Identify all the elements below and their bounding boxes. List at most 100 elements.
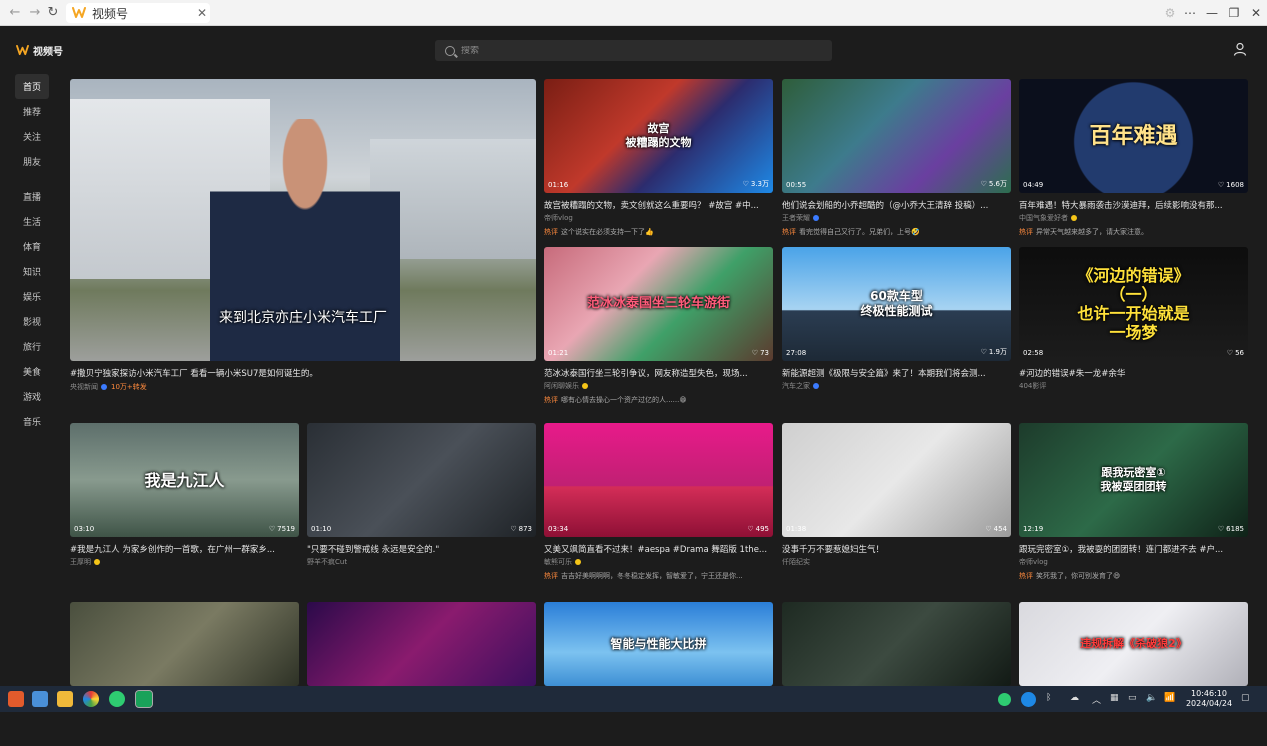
channels-app-icon[interactable] xyxy=(135,690,153,708)
sidebar-item-knowledge[interactable]: 知识 xyxy=(15,259,55,284)
video-card[interactable]: 智能与性能大比拼 xyxy=(544,602,773,746)
video-title[interactable]: 百年难遇！特大暴雨袭击沙漠迪拜，后续影响没有那... xyxy=(1019,199,1248,211)
minimize-icon[interactable]: — xyxy=(1200,3,1224,23)
video-thumbnail[interactable]: 03:34 495 xyxy=(544,423,773,537)
sidebar-item-travel[interactable]: 旅行 xyxy=(15,334,55,359)
video-card[interactable] xyxy=(70,602,299,746)
wechat-icon[interactable] xyxy=(109,691,125,707)
featured-video-card[interactable]: 来到北京亦庄小米汽车工厂 #撒贝宁独家探访小米汽车工厂 看看一辆小米SU7是如何… xyxy=(70,79,536,399)
video-author[interactable]: 野羊不疯Cut xyxy=(307,557,347,567)
tab-close-icon[interactable]: ✕ xyxy=(194,6,210,20)
notification-icon[interactable]: ▢ xyxy=(1241,693,1250,703)
sidebar-item-food[interactable]: 美食 xyxy=(15,359,55,384)
app-logo[interactable]: 视频号 xyxy=(16,43,63,58)
sidebar-item-life[interactable]: 生活 xyxy=(15,209,55,234)
hot-comment[interactable]: 热评 吉吉好美啊啊啊，冬冬稳定发挥，智敏爱了，宁王还是你... xyxy=(544,571,773,581)
featured-thumbnail[interactable]: 来到北京亦庄小米汽车工厂 xyxy=(70,79,536,361)
keyboard-icon[interactable]: ▦ xyxy=(1110,693,1119,703)
video-author[interactable]: 帝师vlog xyxy=(544,213,573,223)
video-author[interactable]: 王厚明 xyxy=(70,557,100,567)
video-title[interactable]: "只要不碰到警戒线 永远是安全的." xyxy=(307,543,536,555)
video-author[interactable]: 王者荣耀 xyxy=(782,213,819,223)
video-thumbnail[interactable]: 60款车型 终极性能测试 27:08 1.9万 xyxy=(782,247,1011,361)
folder-icon[interactable] xyxy=(57,691,73,707)
video-thumbnail[interactable]: 违规拆解《杀破狼2》 xyxy=(1019,602,1248,686)
search-input[interactable] xyxy=(461,45,821,56)
featured-author[interactable]: 央视新闻 10万+转发 xyxy=(70,382,147,392)
browser-icon[interactable] xyxy=(83,691,99,707)
video-title[interactable]: #河边的错误#朱一龙#余华 xyxy=(1019,367,1248,379)
hot-comment[interactable]: 热评 哪有心情去操心一个资产过亿的人......😁 xyxy=(544,395,773,405)
window-close-icon[interactable]: ✕ xyxy=(1244,3,1267,23)
hot-comment[interactable]: 热评 这个说实在必须支持一下了👍 xyxy=(544,227,773,237)
video-card[interactable]: 01:10 873 "只要不碰到警戒线 永远是安全的." 野羊不疯Cut xyxy=(307,423,536,597)
video-title[interactable]: 又美又飒简直看不过来！#aespa #Drama 舞蹈版 1the... xyxy=(544,543,773,555)
sidebar-item-games[interactable]: 游戏 xyxy=(15,384,55,409)
menu-icon[interactable]: ⋯ xyxy=(1178,3,1202,23)
cloud-icon[interactable]: ☁ xyxy=(1070,693,1079,703)
video-thumbnail[interactable]: 故宫 被糟蹋的文物 01:16 3.3万 xyxy=(544,79,773,193)
video-card[interactable]: 跟我玩密室① 我被耍团团转 12:19 6185 跟玩完密室①，我被耍的团团转！连门都… xyxy=(1019,423,1248,597)
video-card[interactable]: 01:38 454 没事千万不要惹媳妇生气！ 仟陌纪实 xyxy=(782,423,1011,597)
video-thumbnail[interactable]: 01:38 454 xyxy=(782,423,1011,537)
video-card[interactable]: 03:34 495 又美又飒简直看不过来！#aespa #Drama 舞蹈版 1th… xyxy=(544,423,773,597)
sidebar-item-music[interactable]: 音乐 xyxy=(15,409,55,434)
video-author[interactable]: 阿闲聊娱乐 xyxy=(544,381,588,391)
video-author[interactable]: 中国气象爱好者 xyxy=(1019,213,1077,223)
sidebar-item-entertainment[interactable]: 娱乐 xyxy=(15,284,55,309)
battery-icon[interactable]: ▭ xyxy=(1128,693,1137,703)
video-thumbnail[interactable]: 00:55 5.6万 xyxy=(782,79,1011,193)
reload-icon[interactable]: ↻ xyxy=(44,4,62,22)
video-title[interactable]: 跟玩完密室①，我被耍的团团转！连门都进不去 #户... xyxy=(1019,543,1248,555)
video-author[interactable]: 404影评 xyxy=(1019,381,1046,391)
video-card[interactable]: 60款车型 终极性能测试 27:08 1.9万新能源超测《极限与安全篇》来了！本期我… xyxy=(782,247,1011,421)
video-card[interactable]: 百年难遇 04:49 1608 百年难遇！特大暴雨袭击沙漠迪拜，后续影响没有那... 中… xyxy=(1019,79,1248,253)
video-card[interactable] xyxy=(307,602,536,746)
video-thumbnail[interactable]: 百年难遇 04:49 1608 xyxy=(1019,79,1248,193)
hot-comment[interactable]: 热评 笑死我了，你可别发育了😄 xyxy=(1019,571,1248,581)
sidebar-item-following[interactable]: 关注 xyxy=(15,124,55,149)
video-thumbnail[interactable]: 《河边的错误》 （一） 也许一开始就是 一场梦 02:58 56 xyxy=(1019,247,1248,361)
app-icon[interactable] xyxy=(8,691,24,707)
system-clock[interactable]: 10:46:10 2024/04/24 xyxy=(1185,689,1233,709)
video-thumbnail[interactable]: 我是九江人 03:10 7519 xyxy=(70,423,299,537)
video-thumbnail[interactable]: 01:10 873 xyxy=(307,423,536,537)
search-bar[interactable] xyxy=(435,40,832,61)
featured-title[interactable]: #撒贝宁独家探访小米汽车工厂 看看一辆小米SU7是如何诞生的。 xyxy=(70,367,536,379)
hot-comment[interactable]: 热评 异常天气越来越多了，请大家注意。 xyxy=(1019,227,1248,237)
video-thumbnail[interactable] xyxy=(70,602,299,686)
hot-comment[interactable]: 热评 看完觉得自己又行了。兄弟们，上号🤣 xyxy=(782,227,1011,237)
user-icon[interactable] xyxy=(1233,42,1247,56)
video-card[interactable] xyxy=(782,602,1011,746)
video-author[interactable]: 敏熊可乐 xyxy=(544,557,581,567)
maximize-icon[interactable]: ❐ xyxy=(1222,3,1246,23)
video-author[interactable]: 帝师vlog xyxy=(1019,557,1048,567)
video-thumbnail[interactable]: 智能与性能大比拼 xyxy=(544,602,773,686)
video-title[interactable]: #我是九江人 为家乡创作的一首歌，在广州一群家乡... xyxy=(70,543,299,555)
sidebar-item-friends[interactable]: 朋友 xyxy=(15,149,55,174)
video-card[interactable]: 违规拆解《杀破狼2》 xyxy=(1019,602,1248,746)
video-title[interactable]: 范冰冰泰国行坐三轮引争议，网友称造型失色，现场... xyxy=(544,367,773,379)
video-title[interactable]: 故宫被糟蹋的文物，卖文创就这么重要吗？ #故宫 #中... xyxy=(544,199,773,211)
sidebar-item-live[interactable]: 直播 xyxy=(15,184,55,209)
network-icon[interactable]: 📶 xyxy=(1164,693,1175,703)
video-card[interactable]: 《河边的错误》 （一） 也许一开始就是 一场梦 02:58 56 #河边的错误#朱一龙… xyxy=(1019,247,1248,421)
volume-icon[interactable]: 🔈 xyxy=(1146,693,1157,703)
back-icon[interactable]: ← xyxy=(6,4,24,22)
sidebar-item-home[interactable]: 首页 xyxy=(15,74,49,99)
video-thumbnail[interactable] xyxy=(782,602,1011,686)
sidebar-item-sports[interactable]: 体育 xyxy=(15,234,55,259)
video-card[interactable]: 我是九江人 03:10 7519 #我是九江人 为家乡创作的一首歌，在广州一群家乡..… xyxy=(70,423,299,597)
sidebar-item-recommend[interactable]: 推荐 xyxy=(15,99,55,124)
wechat-tray-icon[interactable] xyxy=(998,693,1011,706)
video-title[interactable]: 没事千万不要惹媳妇生气！ xyxy=(782,543,1011,555)
bluetooth-icon[interactable]: ᛒ xyxy=(1046,693,1051,703)
video-thumbnail[interactable]: 跟我玩密室① 我被耍团团转 12:19 6185 xyxy=(1019,423,1248,537)
video-title[interactable]: 他们说会划船的小乔超酷的（@小乔大王清辞 投稿）... xyxy=(782,199,1011,211)
forward-icon[interactable]: → xyxy=(26,4,44,22)
task-view-icon[interactable] xyxy=(32,691,48,707)
sidebar-item-film[interactable]: 影视 xyxy=(15,309,55,334)
video-thumbnail[interactable]: 范冰冰泰国坐三轮车游街 01:21 73 xyxy=(544,247,773,361)
video-card[interactable]: 00:55 5.6万他们说会划船的小乔超酷的（@小乔大王清辞 投稿）... 王者荣耀… xyxy=(782,79,1011,253)
video-thumbnail[interactable] xyxy=(307,602,536,686)
